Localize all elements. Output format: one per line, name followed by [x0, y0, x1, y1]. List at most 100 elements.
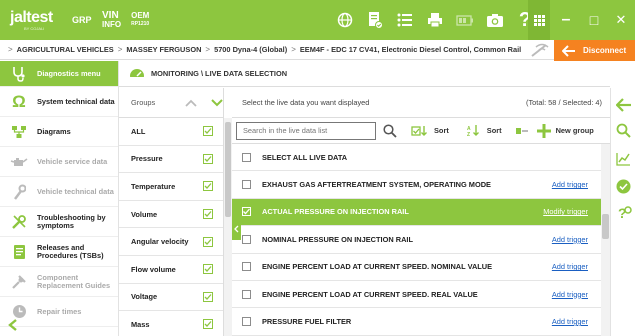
- sort-selected-button[interactable]: Sort: [411, 125, 449, 137]
- sidebar-item-troubleshooting[interactable]: Troubleshooting by symptoms: [0, 207, 118, 237]
- maximize-button[interactable]: □: [580, 0, 608, 40]
- oil-can-icon: [10, 153, 28, 171]
- printer-icon[interactable]: [420, 0, 450, 40]
- checkbox[interactable]: [242, 289, 251, 299]
- groups-panel: Groups ALL Pressure Temperature Volume Angul…: [119, 88, 224, 336]
- group-item[interactable]: Temperature: [119, 173, 223, 201]
- sidebar-item-releases-procedures[interactable]: Releases and Procedures (TSBs): [0, 237, 118, 267]
- group-item-label: Voltage: [131, 292, 158, 302]
- arrow-left-icon[interactable]: [615, 96, 632, 113]
- live-data-row[interactable]: NOMINAL PRESSURE ON INJECTION RAIL Add tr…: [232, 226, 610, 254]
- breadcrumb-item-system[interactable]: EEM4F - EDC 17 CV41, Electronic Diesel C…: [300, 45, 521, 54]
- add-trigger-link[interactable]: Add trigger: [552, 317, 588, 326]
- checkbox-checked-icon[interactable]: [203, 209, 213, 220]
- add-trigger-link[interactable]: Add trigger: [552, 180, 588, 189]
- apps-grid-icon[interactable]: [528, 0, 550, 40]
- sidebar-item-diagrams[interactable]: Diagrams: [0, 117, 118, 147]
- sort-alpha-button[interactable]: AZ Sort: [466, 124, 502, 137]
- checkbox-checked-icon[interactable]: [203, 291, 213, 302]
- new-group-button[interactable]: New group: [536, 123, 594, 138]
- live-data-info-bar: Select the live data you want displayed …: [232, 88, 610, 118]
- checkbox-checked[interactable]: [242, 207, 251, 217]
- checkbox-checked-icon[interactable]: [203, 319, 213, 330]
- group-item[interactable]: ALL: [119, 118, 223, 146]
- checkbox-checked-icon[interactable]: [203, 236, 213, 247]
- list-icon[interactable]: [390, 0, 420, 40]
- back-chevron-icon[interactable]: [0, 314, 118, 336]
- live-data-row[interactable]: ACTUAL PRESSURE ON INJECTION RAIL Modify …: [232, 198, 610, 227]
- checkbox-checked-icon[interactable]: [203, 153, 213, 164]
- checkbox-checked-icon[interactable]: [203, 126, 213, 137]
- group-item[interactable]: Angular velocity: [119, 228, 223, 256]
- group-item[interactable]: Flow volume: [119, 256, 223, 284]
- document-check-icon[interactable]: [360, 0, 390, 40]
- groups-scrollbar-thumb[interactable]: [225, 122, 231, 217]
- checkbox[interactable]: [242, 234, 251, 244]
- battery-icon[interactable]: [450, 0, 480, 40]
- checkbox-checked-icon[interactable]: [203, 181, 213, 192]
- sidebar-item-label: System technical data: [37, 96, 115, 106]
- group-item[interactable]: Voltage: [119, 284, 223, 312]
- sidebar-item-label: Troubleshooting by symptoms: [37, 212, 106, 230]
- page-header: MONITORING \ LIVE DATA SELECTION: [119, 61, 610, 87]
- checkbox[interactable]: [242, 317, 251, 327]
- search-icon[interactable]: [383, 123, 397, 138]
- minimize-button[interactable]: –: [552, 0, 580, 40]
- legend-icon[interactable]: [515, 127, 528, 135]
- chart-icon[interactable]: [615, 150, 632, 167]
- globe-icon[interactable]: [330, 0, 360, 40]
- check-circle-icon[interactable]: [615, 178, 632, 195]
- live-data-row[interactable]: ENGINE PERCENT LOAD AT CURRENT SPEED. NO…: [232, 254, 610, 281]
- sidebar-item-diagnostics-menu[interactable]: Diagnostics menu: [0, 61, 118, 87]
- disconnect-button[interactable]: Disconnect: [554, 40, 635, 61]
- sidebar-item-component-replacement[interactable]: Component Replacement Guides: [0, 267, 118, 297]
- camera-icon[interactable]: [480, 0, 510, 40]
- breadcrumb-separator: >: [117, 45, 123, 54]
- groups-scrollbar[interactable]: [224, 118, 232, 336]
- add-trigger-link[interactable]: Add trigger: [552, 235, 588, 244]
- breadcrumb-item-category[interactable]: AGRICULTURAL VEHICLES: [17, 45, 114, 54]
- live-data-scrollbar[interactable]: [601, 144, 610, 336]
- checkbox-checked-icon[interactable]: [203, 264, 213, 275]
- sort-check-icon: [411, 125, 429, 137]
- live-data-row[interactable]: ENGINE PERCENT LOAD AT CURRENT SPEED. RE…: [232, 281, 610, 309]
- live-data-row[interactable]: EXHAUST GAS AFTERTREATMENT SYSTEM, OPERA…: [232, 171, 610, 199]
- checkbox[interactable]: [242, 262, 251, 272]
- live-data-panel: Select the live data you want displayed …: [232, 88, 610, 336]
- grp-button[interactable]: GRP: [72, 15, 96, 25]
- close-button[interactable]: ✕: [607, 0, 635, 40]
- live-data-row[interactable]: PRESSURE FUEL FILTER Add trigger: [232, 308, 610, 336]
- live-data-row[interactable]: SELECT ALL LIVE DATA: [232, 144, 610, 172]
- live-data-scrollbar-thumb[interactable]: [602, 214, 609, 239]
- chevron-down-icon[interactable]: [211, 98, 223, 107]
- sidebar-item-system-technical-data[interactable]: Ω System technical data: [0, 87, 118, 117]
- sidebar-item-vehicle-service-data[interactable]: Vehicle service data: [0, 147, 118, 177]
- live-data-label: PRESSURE FUEL FILTER: [262, 317, 352, 327]
- group-item[interactable]: Mass: [119, 311, 223, 336]
- live-data-totals: (Total: 58 / Selected: 4): [526, 98, 602, 107]
- group-item[interactable]: Pressure: [119, 146, 223, 174]
- add-trigger-link[interactable]: Add trigger: [552, 290, 588, 299]
- oem-button[interactable]: OEM RP1210: [131, 11, 149, 29]
- live-data-toolbar: Sort AZ Sort New group: [232, 118, 610, 144]
- search-icon[interactable]: [615, 122, 632, 139]
- sidebar-item-vehicle-technical-data[interactable]: Vehicle technical data: [0, 177, 118, 207]
- question-gear-icon[interactable]: ?: [615, 204, 632, 221]
- group-item[interactable]: Volume: [119, 201, 223, 229]
- search-input[interactable]: [236, 121, 376, 140]
- modify-trigger-link[interactable]: Modify trigger: [543, 207, 588, 216]
- info-label: INFO: [102, 20, 122, 29]
- checkbox[interactable]: [242, 152, 251, 162]
- live-data-label: EXHAUST GAS AFTERTREATMENT SYSTEM, OPERA…: [262, 180, 491, 190]
- sidebar-item-label: Diagnostics menu: [37, 68, 101, 78]
- collapse-groups-button[interactable]: [232, 218, 241, 240]
- add-trigger-link[interactable]: Add trigger: [552, 262, 588, 271]
- checkbox[interactable]: [242, 180, 251, 190]
- sidebar-item-label: Vehicle service data: [37, 156, 108, 166]
- live-data-label: ENGINE PERCENT LOAD AT CURRENT SPEED. RE…: [262, 289, 478, 299]
- breadcrumb-item-model[interactable]: 5700 Dyna-4 (Global): [214, 45, 287, 54]
- sidebar-item-label: Releases and Procedures (TSBs): [37, 242, 104, 260]
- chevron-up-icon[interactable]: [185, 99, 197, 107]
- breadcrumb-item-brand[interactable]: MASSEY FERGUSON: [126, 45, 201, 54]
- vin-info-button[interactable]: VIN INFO: [102, 11, 122, 30]
